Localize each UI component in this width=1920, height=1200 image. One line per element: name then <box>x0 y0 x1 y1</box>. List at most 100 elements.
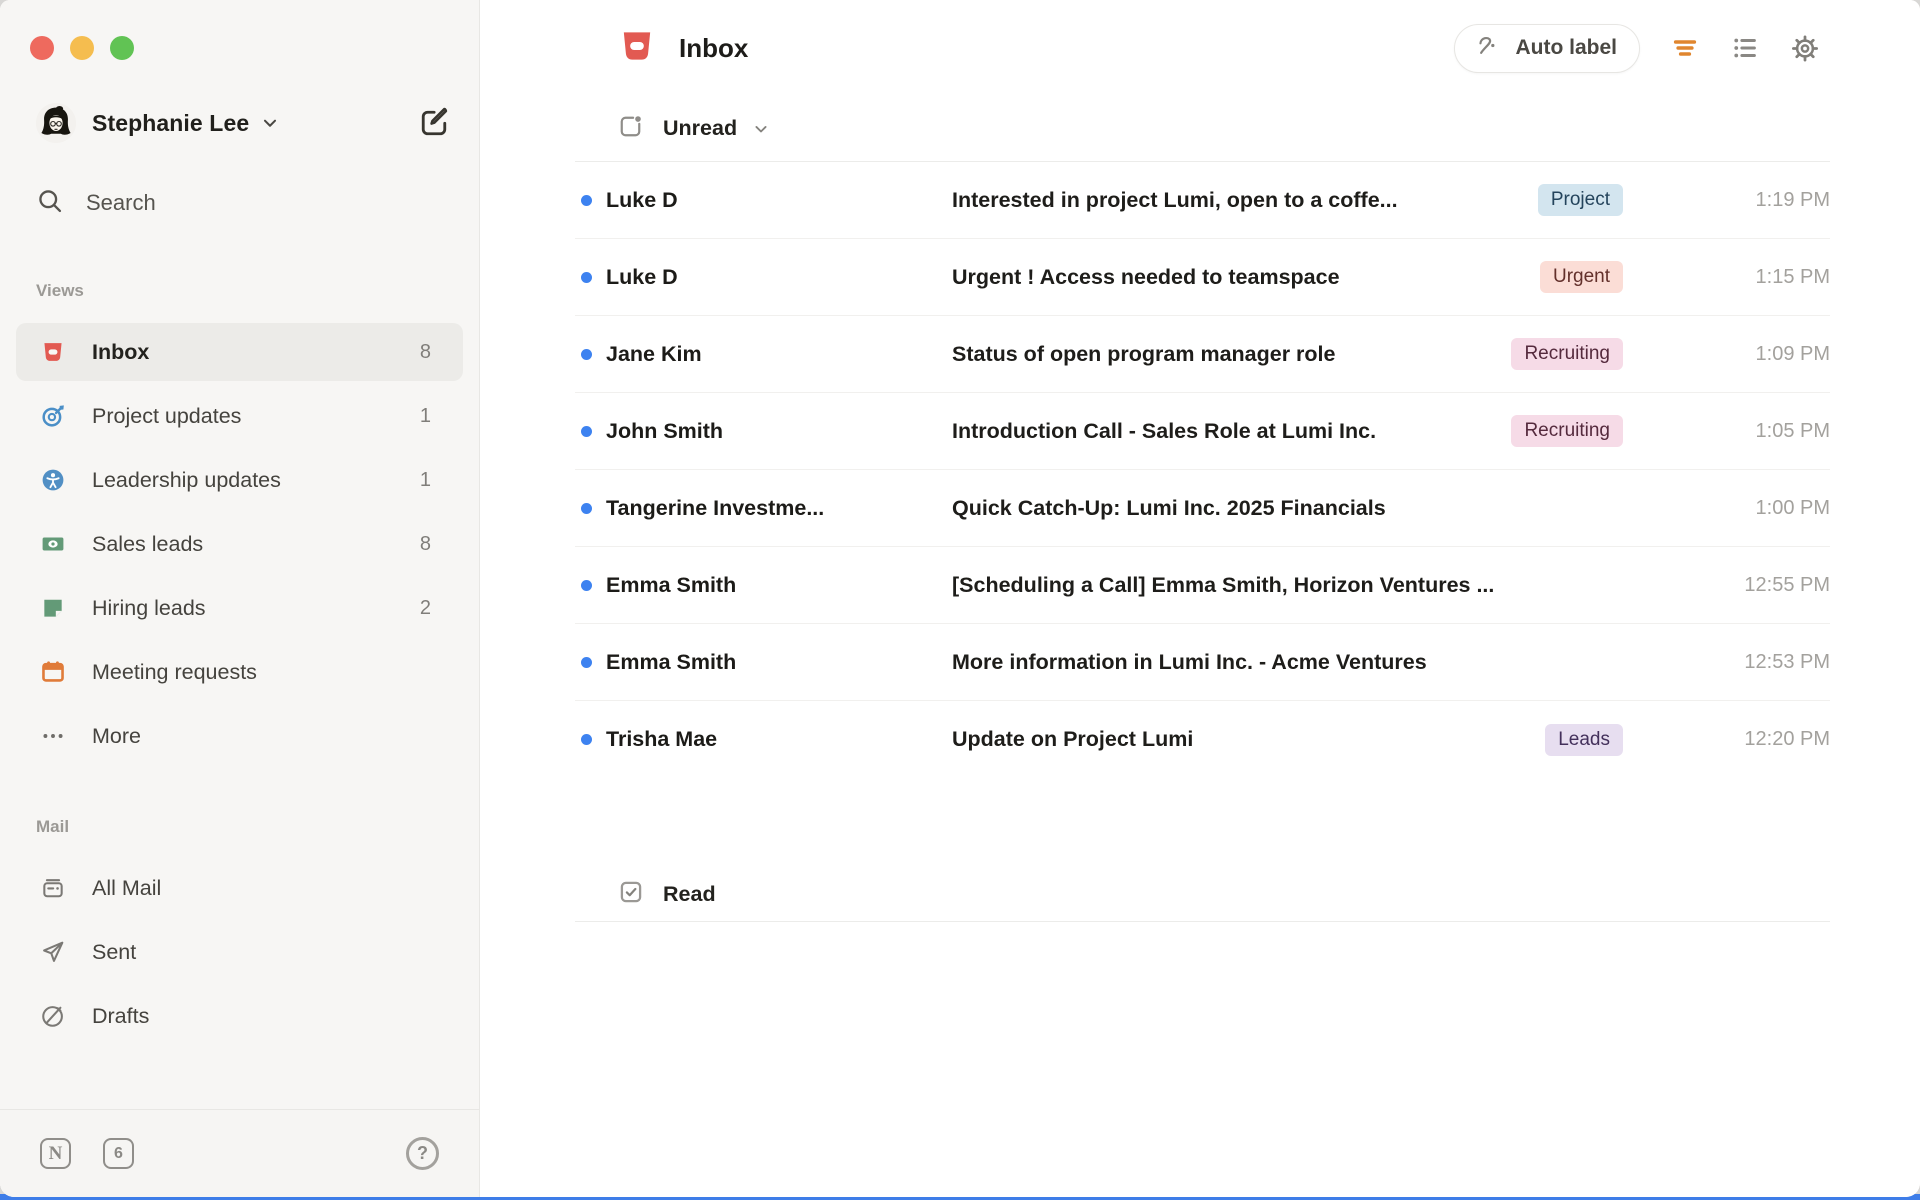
sidebar-footer: N 6 ? <box>0 1109 479 1197</box>
email-row[interactable]: Luke D Interested in project Lumi, open … <box>575 162 1830 239</box>
sidebar-item-drafts[interactable]: Drafts <box>16 987 463 1045</box>
read-group-title: Read <box>663 882 716 906</box>
sidebar: Stephanie Lee Search Views Inbox 8 Proje… <box>0 0 480 1197</box>
email-list: Luke D Interested in project Lumi, open … <box>575 162 1830 778</box>
send-icon <box>40 939 66 965</box>
email-label-badge: Project <box>1537 184 1623 216</box>
email-sender: Emma Smith <box>606 649 737 674</box>
email-subject: Interested in project Lumi, open to a co… <box>952 187 1398 212</box>
sidebar-item-meeting-requests[interactable]: Meeting requests <box>16 643 463 701</box>
help-button[interactable]: ? <box>406 1137 439 1170</box>
email-subject: Status of open program manager role <box>952 341 1336 366</box>
email-row[interactable]: Emma Smith More information in Lumi Inc.… <box>575 624 1830 701</box>
email-row[interactable]: Emma Smith [Scheduling a Call] Emma Smit… <box>575 547 1830 624</box>
email-sender: John Smith <box>606 418 724 443</box>
read-group-header[interactable]: Read <box>575 868 1830 922</box>
unread-group-title: Unread <box>663 116 738 140</box>
chevron-down-icon <box>751 119 771 139</box>
unread-dot-icon <box>581 425 592 437</box>
unread-dot-icon <box>581 656 592 668</box>
user-name: Stephanie Lee <box>92 109 250 136</box>
sidebar-item-sent[interactable]: Sent <box>16 923 463 981</box>
avatar[interactable] <box>36 103 76 143</box>
email-time: 12:55 PM <box>1744 573 1830 596</box>
unread-dot-icon <box>581 734 592 745</box>
email-sender: Luke D <box>606 187 678 212</box>
unread-group-header[interactable]: Unread <box>575 96 1830 162</box>
email-label-badge: Recruiting <box>1511 338 1623 370</box>
email-subject: Introduction Call - Sales Role at Lumi I… <box>952 418 1377 443</box>
notion-calendar-icon[interactable]: 6 <box>103 1138 134 1169</box>
sidebar-nav: Views Inbox 8 Project updates 1 Leadersh… <box>0 281 479 1045</box>
email-row[interactable]: Tangerine Investme... Quick Catch-Up: Lu… <box>575 470 1830 547</box>
email-subject: Quick Catch-Up: Lumi Inc. 2025 Financial… <box>952 495 1386 520</box>
inbox-icon <box>40 339 66 365</box>
notion-logo-icon[interactable]: N <box>40 1138 71 1169</box>
email-row[interactable]: John Smith Introduction Call - Sales Rol… <box>575 393 1830 470</box>
main-header: Inbox Auto label <box>575 0 1830 96</box>
target-icon <box>40 403 66 429</box>
sidebar-item-inbox[interactable]: Inbox 8 <box>16 323 463 381</box>
email-time: 1:09 PM <box>1755 342 1830 365</box>
account-switcher[interactable]: Stephanie Lee <box>36 103 451 143</box>
email-row[interactable]: Trisha Mae Update on Project Lumi Leads … <box>575 701 1830 778</box>
settings-gear-icon[interactable] <box>1790 33 1820 63</box>
email-time: 1:15 PM <box>1755 265 1830 288</box>
email-sender: Tangerine Investme... <box>606 495 825 520</box>
email-time: 1:19 PM <box>1755 188 1830 211</box>
unread-count: 1 <box>419 404 431 427</box>
auto-label-icon <box>1477 34 1503 63</box>
close-window-button[interactable] <box>30 36 54 60</box>
email-subject: Urgent ! Access needed to teamspace <box>952 264 1340 289</box>
minimize-window-button[interactable] <box>70 36 94 60</box>
email-label-badge: Leads <box>1545 723 1623 756</box>
sidebar-section-label: Mail <box>36 817 70 836</box>
filter-icon[interactable] <box>1670 33 1700 63</box>
window-controls <box>0 0 479 60</box>
inbox-icon <box>617 26 657 71</box>
calendar-icon <box>40 659 66 685</box>
unread-dot-icon <box>581 271 592 283</box>
sidebar-section-mail: Mail All Mail Sent Drafts <box>0 817 479 1045</box>
checkbox-checked-icon <box>618 879 644 910</box>
unread-count: 2 <box>419 596 431 619</box>
unread-dot-icon <box>581 194 592 206</box>
sidebar-item-all-mail[interactable]: All Mail <box>16 859 463 917</box>
allmail-icon <box>40 875 66 901</box>
search-label: Search <box>86 190 156 215</box>
email-sender: Emma Smith <box>606 572 737 597</box>
email-time: 12:53 PM <box>1744 650 1830 673</box>
note-icon <box>40 595 66 621</box>
compose-button[interactable] <box>417 106 451 140</box>
sidebar-item-hiring-leads[interactable]: Hiring leads 2 <box>16 579 463 637</box>
list-view-icon[interactable] <box>1730 33 1760 63</box>
auto-label-text: Auto label <box>1515 36 1617 59</box>
email-sender: Jane Kim <box>606 341 702 366</box>
email-label-badge: Urgent <box>1539 261 1623 293</box>
sidebar-item-sales-leads[interactable]: Sales leads 8 <box>16 515 463 573</box>
page-title: Inbox <box>679 32 749 63</box>
email-subject: More information in Lumi Inc. - Acme Ven… <box>952 649 1427 674</box>
auto-label-button[interactable]: Auto label <box>1454 23 1640 73</box>
inbox-panel: Inbox Auto label Unread Luke D Intereste… <box>480 0 1920 1197</box>
email-row[interactable]: Luke D Urgent ! Access needed to teamspa… <box>575 239 1830 316</box>
search-icon <box>36 187 64 220</box>
email-subject: Update on Project Lumi <box>952 727 1194 751</box>
email-sender: Trisha Mae <box>606 727 718 751</box>
dots-icon <box>40 723 66 749</box>
search-button[interactable]: Search <box>36 183 451 223</box>
email-sender: Luke D <box>606 264 678 289</box>
sidebar-item-leadership-updates[interactable]: Leadership updates 1 <box>16 451 463 509</box>
sidebar-item-more[interactable]: More <box>16 707 463 765</box>
sidebar-item-project-updates[interactable]: Project updates 1 <box>16 387 463 445</box>
zoom-window-button[interactable] <box>110 36 134 60</box>
notion-mail-window: Stephanie Lee Search Views Inbox 8 Proje… <box>0 0 1920 1197</box>
unread-icon <box>618 114 643 144</box>
unread-dot-icon <box>581 348 592 360</box>
email-row[interactable]: Jane Kim Status of open program manager … <box>575 316 1830 393</box>
email-time: 1:00 PM <box>1755 496 1830 519</box>
unread-dot-icon <box>581 502 592 514</box>
unread-count: 8 <box>419 532 431 555</box>
unread-count: 1 <box>419 468 431 491</box>
sidebar-section-views: Views Inbox 8 Project updates 1 Leadersh… <box>0 281 479 765</box>
